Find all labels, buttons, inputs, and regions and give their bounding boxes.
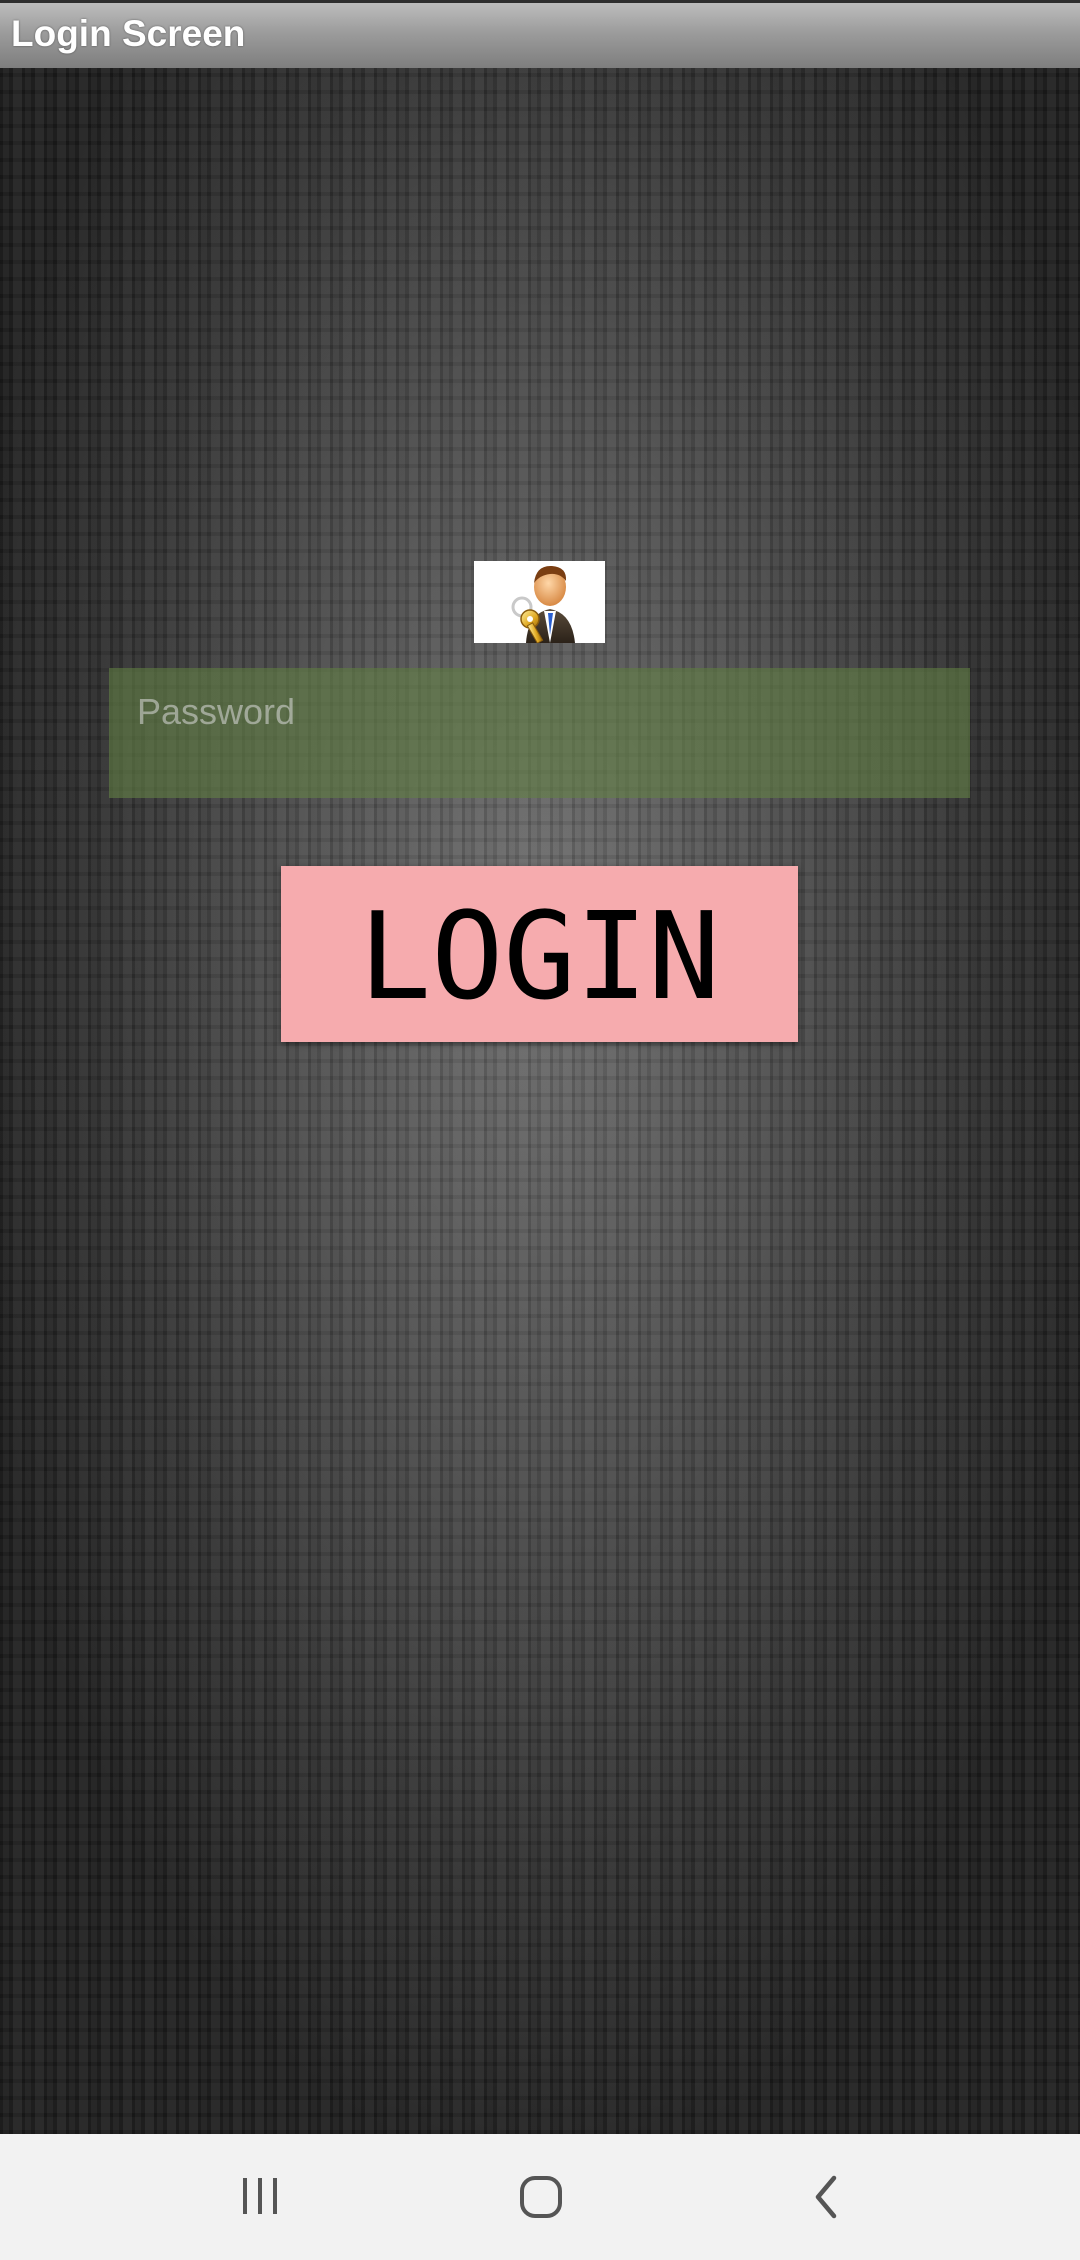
system-navigation-bar	[0, 2134, 1080, 2260]
login-screen: Login Screen LOGIN	[0, 0, 1080, 2260]
password-input[interactable]	[109, 668, 970, 798]
home-icon[interactable]	[486, 2152, 596, 2242]
screen-title: Login Screen	[11, 13, 246, 54]
content-area	[0, 68, 1080, 2134]
user-with-key-icon	[474, 561, 605, 644]
login-button[interactable]: LOGIN	[281, 866, 798, 1042]
title-bar: Login Screen	[0, 0, 1080, 68]
back-icon[interactable]	[768, 2152, 878, 2242]
recents-icon[interactable]	[205, 2152, 315, 2242]
